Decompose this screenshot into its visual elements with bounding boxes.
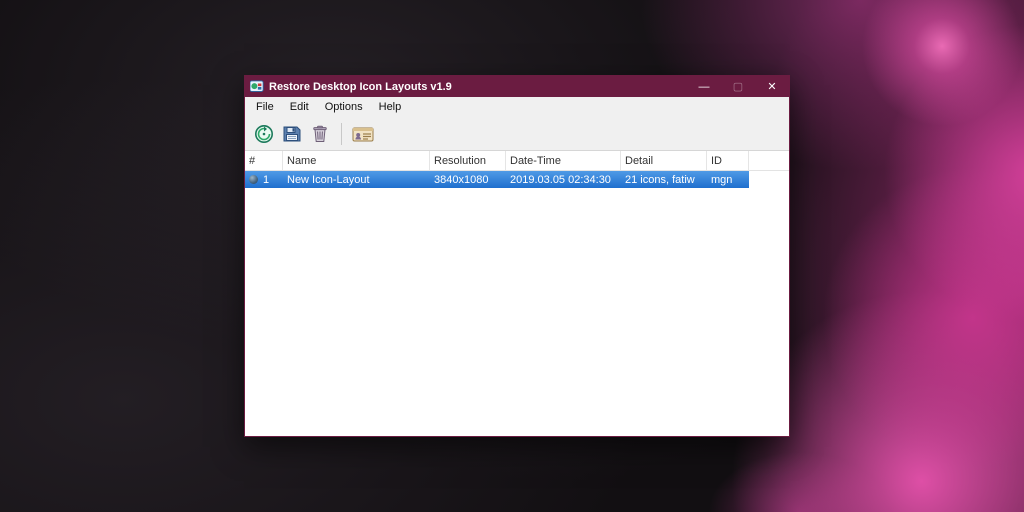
window-title: Restore Desktop Icon Layouts v1.9: [269, 81, 687, 93]
column-header-detail[interactable]: Detail: [621, 151, 707, 170]
delete-layout-button[interactable]: [307, 121, 333, 147]
layout-state-icon: [249, 175, 258, 184]
column-header-resolution[interactable]: Resolution: [430, 151, 506, 170]
save-layout-icon: [282, 124, 302, 144]
list-row[interactable]: 1 New Icon-Layout 3840x1080 2019.03.05 0…: [245, 171, 749, 188]
row-name: New Icon-Layout: [283, 174, 430, 186]
id-card-button[interactable]: [350, 121, 376, 147]
menu-help[interactable]: Help: [371, 99, 410, 115]
row-resolution: 3840x1080: [430, 174, 506, 186]
menu-options[interactable]: Options: [317, 99, 371, 115]
toolbar-separator: [341, 123, 342, 145]
restore-layout-button[interactable]: [251, 121, 277, 147]
row-id: mgn: [707, 174, 749, 186]
layout-list: # Name Resolution Date-Time Detail ID 1 …: [245, 151, 789, 436]
toolbar: [245, 117, 789, 151]
app-window: Restore Desktop Icon Layouts v1.9 — ▢ ✕ …: [244, 75, 790, 437]
list-header: # Name Resolution Date-Time Detail ID: [245, 151, 789, 171]
minimize-button[interactable]: —: [687, 76, 721, 97]
restore-layout-icon: [254, 124, 274, 144]
desktop-wallpaper: Restore Desktop Icon Layouts v1.9 — ▢ ✕ …: [0, 0, 1024, 512]
id-card-icon: [352, 124, 374, 144]
column-header-datetime[interactable]: Date-Time: [506, 151, 621, 170]
column-header-filler: [749, 151, 789, 170]
titlebar[interactable]: Restore Desktop Icon Layouts v1.9 — ▢ ✕: [245, 76, 789, 97]
menu-edit[interactable]: Edit: [282, 99, 317, 115]
menu-file[interactable]: File: [248, 99, 282, 115]
row-datetime: 2019.03.05 02:34:30: [506, 174, 621, 186]
row-num: 1: [263, 174, 269, 186]
maximize-button[interactable]: ▢: [721, 76, 755, 97]
menubar: File Edit Options Help: [245, 97, 789, 117]
close-button[interactable]: ✕: [755, 76, 789, 97]
row-detail: 21 icons, fatiw: [621, 174, 707, 186]
column-header-num[interactable]: #: [245, 151, 283, 170]
row-num-cell: 1: [245, 174, 283, 186]
app-icon: [250, 80, 264, 94]
column-header-name[interactable]: Name: [283, 151, 430, 170]
delete-layout-icon: [310, 124, 330, 144]
column-header-id[interactable]: ID: [707, 151, 749, 170]
save-layout-button[interactable]: [279, 121, 305, 147]
